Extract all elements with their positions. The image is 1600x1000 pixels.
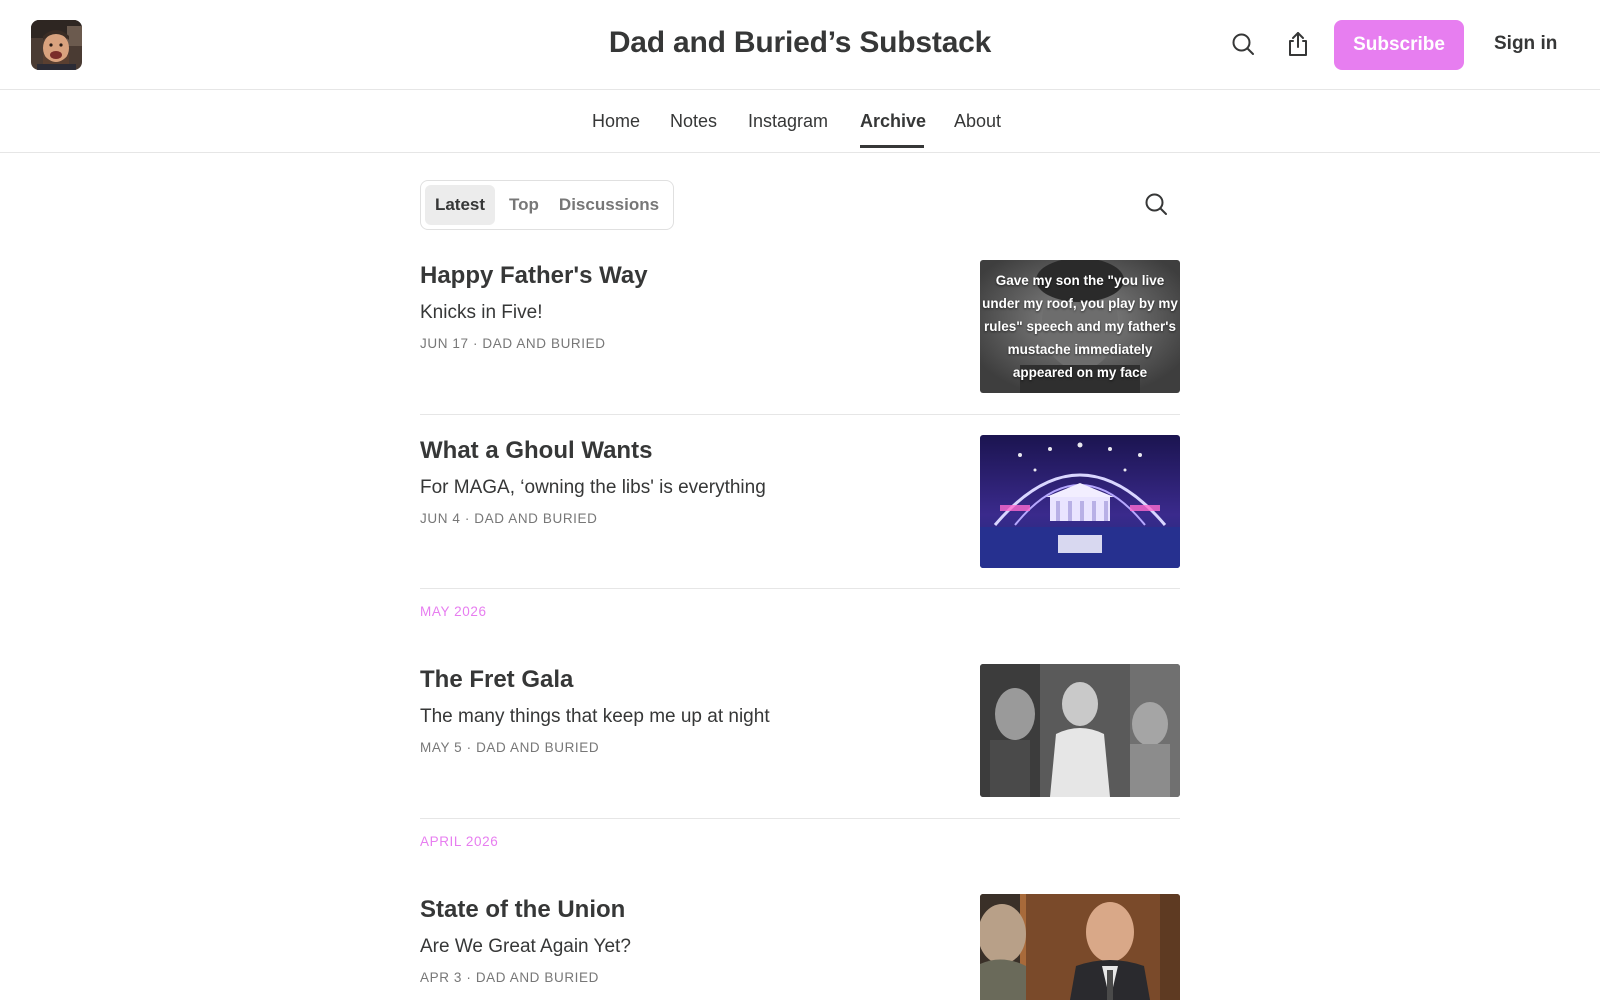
search-icon[interactable] xyxy=(1228,29,1258,59)
main-nav: Home Notes Instagram Archive About xyxy=(0,91,1600,153)
post-title[interactable]: Happy Father's Way xyxy=(420,262,648,290)
post-meta: APR 3 · DAD AND BURIED xyxy=(420,970,599,985)
nav-archive[interactable]: Archive xyxy=(860,111,926,132)
month-heading: MAY 2026 xyxy=(420,604,487,619)
post-subtitle: Knicks in Five! xyxy=(420,302,543,323)
post-item[interactable]: The Fret Gala The many things that keep … xyxy=(420,664,1180,801)
post-subtitle: Are We Great Again Yet? xyxy=(420,936,631,957)
site-header: Dad and Buried’s Substack Subscribe Sign… xyxy=(0,0,1600,90)
post-title[interactable]: The Fret Gala xyxy=(420,666,573,694)
divider xyxy=(420,818,1180,819)
post-item[interactable]: What a Ghoul Wants For MAGA, ‘owning the… xyxy=(420,435,1180,572)
post-meta: JUN 4 · DAD AND BURIED xyxy=(420,511,598,526)
post-meta: JUN 17 · DAD AND BURIED xyxy=(420,336,606,351)
sign-in-link[interactable]: Sign in xyxy=(1494,33,1557,55)
post-thumbnail[interactable] xyxy=(980,664,1180,797)
nav-active-indicator xyxy=(860,145,924,148)
share-icon[interactable] xyxy=(1283,29,1313,59)
post-subtitle: For MAGA, ‘owning the libs' is everythin… xyxy=(420,477,766,498)
post-title[interactable]: State of the Union xyxy=(420,896,625,924)
tab-discussions[interactable]: Discussions xyxy=(557,185,661,225)
month-heading: APRIL 2026 xyxy=(420,834,499,849)
divider xyxy=(420,414,1180,415)
subscribe-button[interactable]: Subscribe xyxy=(1334,20,1464,70)
tab-latest[interactable]: Latest xyxy=(425,185,495,225)
post-thumbnail[interactable] xyxy=(980,435,1180,568)
archive-filter-tabs: Latest Top Discussions xyxy=(420,180,674,230)
post-item[interactable]: State of the Union Are We Great Again Ye… xyxy=(420,894,1180,1000)
nav-instagram[interactable]: Instagram xyxy=(748,111,828,132)
post-thumbnail[interactable] xyxy=(980,894,1180,1000)
post-title[interactable]: What a Ghoul Wants xyxy=(420,437,652,465)
tab-top[interactable]: Top xyxy=(503,185,545,225)
archive-search-icon[interactable] xyxy=(1142,190,1170,218)
thumbnail-caption: Gave my son the "you live under my roof,… xyxy=(982,273,1178,380)
nav-about[interactable]: About xyxy=(954,111,1001,132)
post-meta: MAY 5 · DAD AND BURIED xyxy=(420,740,600,755)
nav-notes[interactable]: Notes xyxy=(670,111,717,132)
post-item[interactable]: Happy Father's Way Knicks in Five! JUN 1… xyxy=(420,260,1180,397)
post-thumbnail[interactable]: Gave my son the "you live under my roof,… xyxy=(980,260,1180,393)
post-subtitle: The many things that keep me up at night xyxy=(420,706,770,727)
divider xyxy=(420,588,1180,589)
nav-home[interactable]: Home xyxy=(592,111,640,132)
